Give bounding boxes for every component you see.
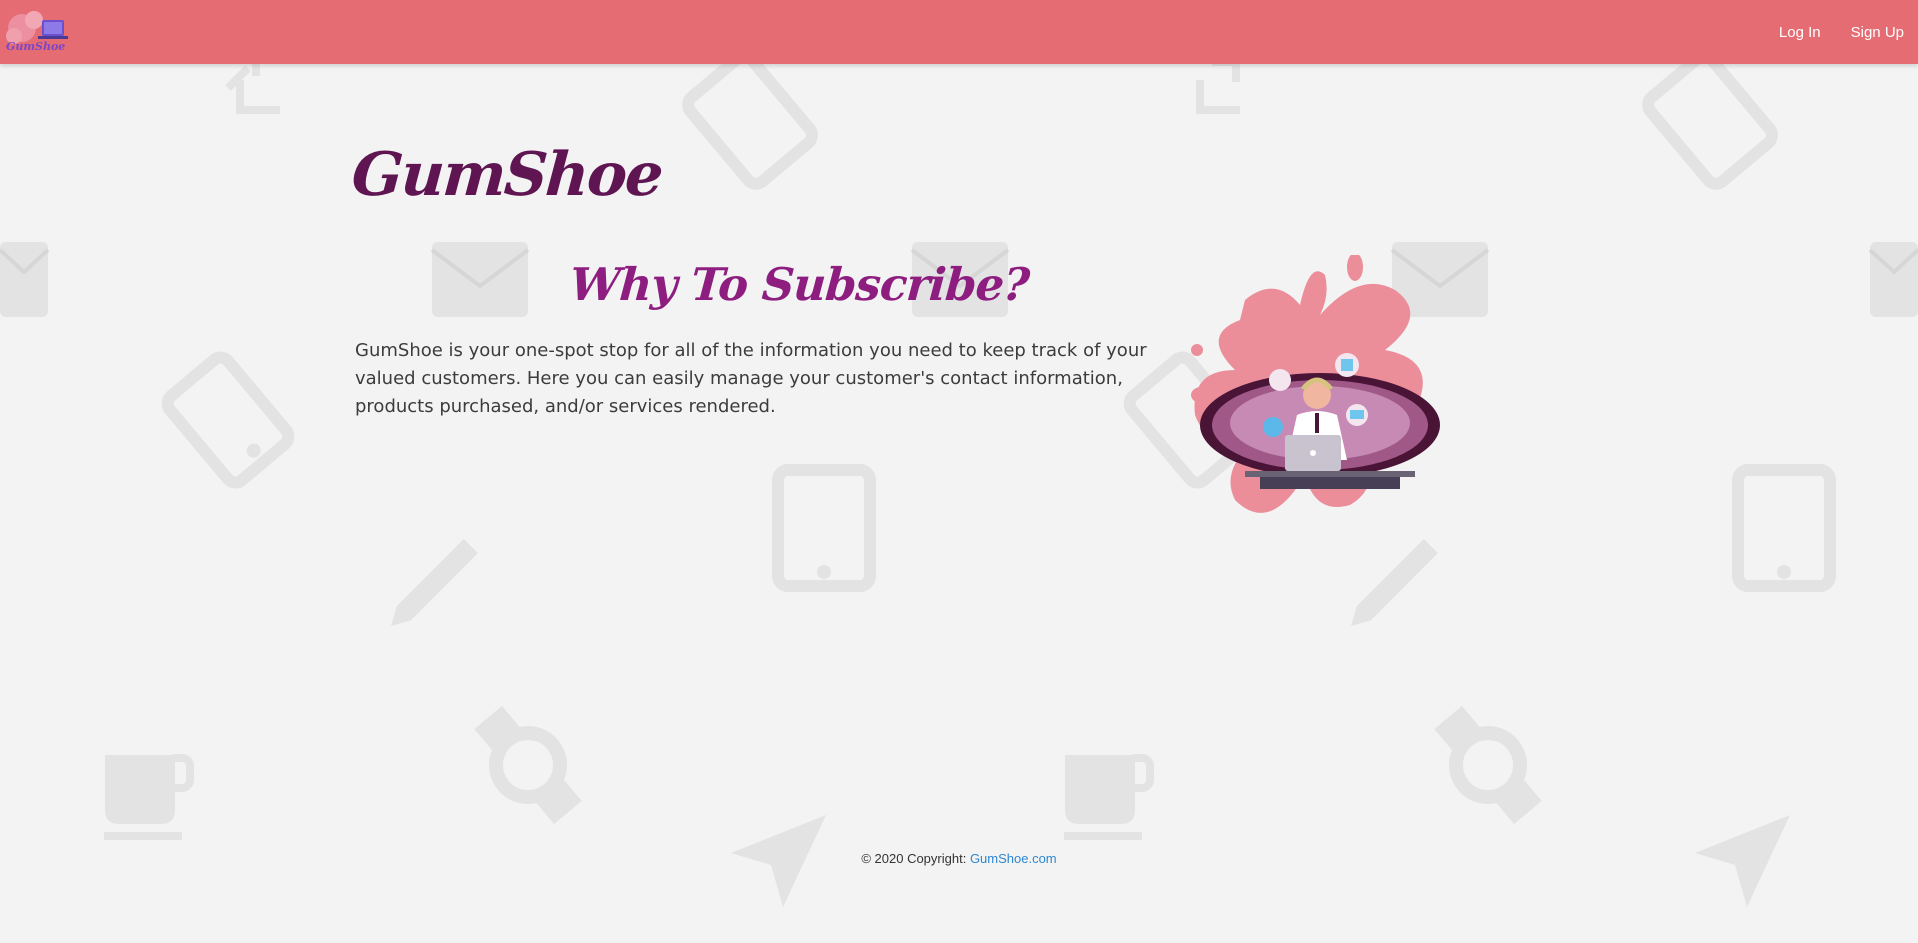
nav-links: Log In Sign Up (1779, 0, 1904, 64)
phone-icon (1642, 50, 1778, 190)
login-link[interactable]: Log In (1779, 24, 1821, 41)
background-pattern (0, 50, 1918, 907)
pencil-icon (390, 539, 478, 627)
svg-text:GumShoe: GumShoe (6, 40, 65, 53)
resize-icon (225, 56, 280, 114)
gumshoe-logo[interactable]: GumShoe (4, 6, 68, 56)
brand-title: GumShoe (349, 140, 664, 210)
customer-service-illustration (1191, 255, 1440, 513)
watch-icon (1434, 705, 1542, 825)
footer: © 2020 Copyright: GumShoe.com (0, 851, 1918, 866)
subtitle: Why To Subscribe? (568, 258, 1031, 311)
signup-link[interactable]: Sign Up (1851, 24, 1904, 41)
footer-site-link[interactable]: GumShoe.com (970, 851, 1057, 866)
mug-icon (104, 754, 1154, 840)
phone-icon (161, 351, 295, 489)
page: GumShoe Log In Sign Up GumShoe Why To Su… (0, 0, 1918, 943)
description-text: GumShoe is your one-spot stop for all of… (355, 340, 1147, 417)
navbar: GumShoe Log In Sign Up (0, 0, 1918, 64)
phone-icon (682, 50, 818, 190)
watch-icon (474, 705, 582, 825)
copyright-text: © 2020 Copyright: (861, 851, 970, 866)
resize-icon (1196, 58, 1240, 114)
